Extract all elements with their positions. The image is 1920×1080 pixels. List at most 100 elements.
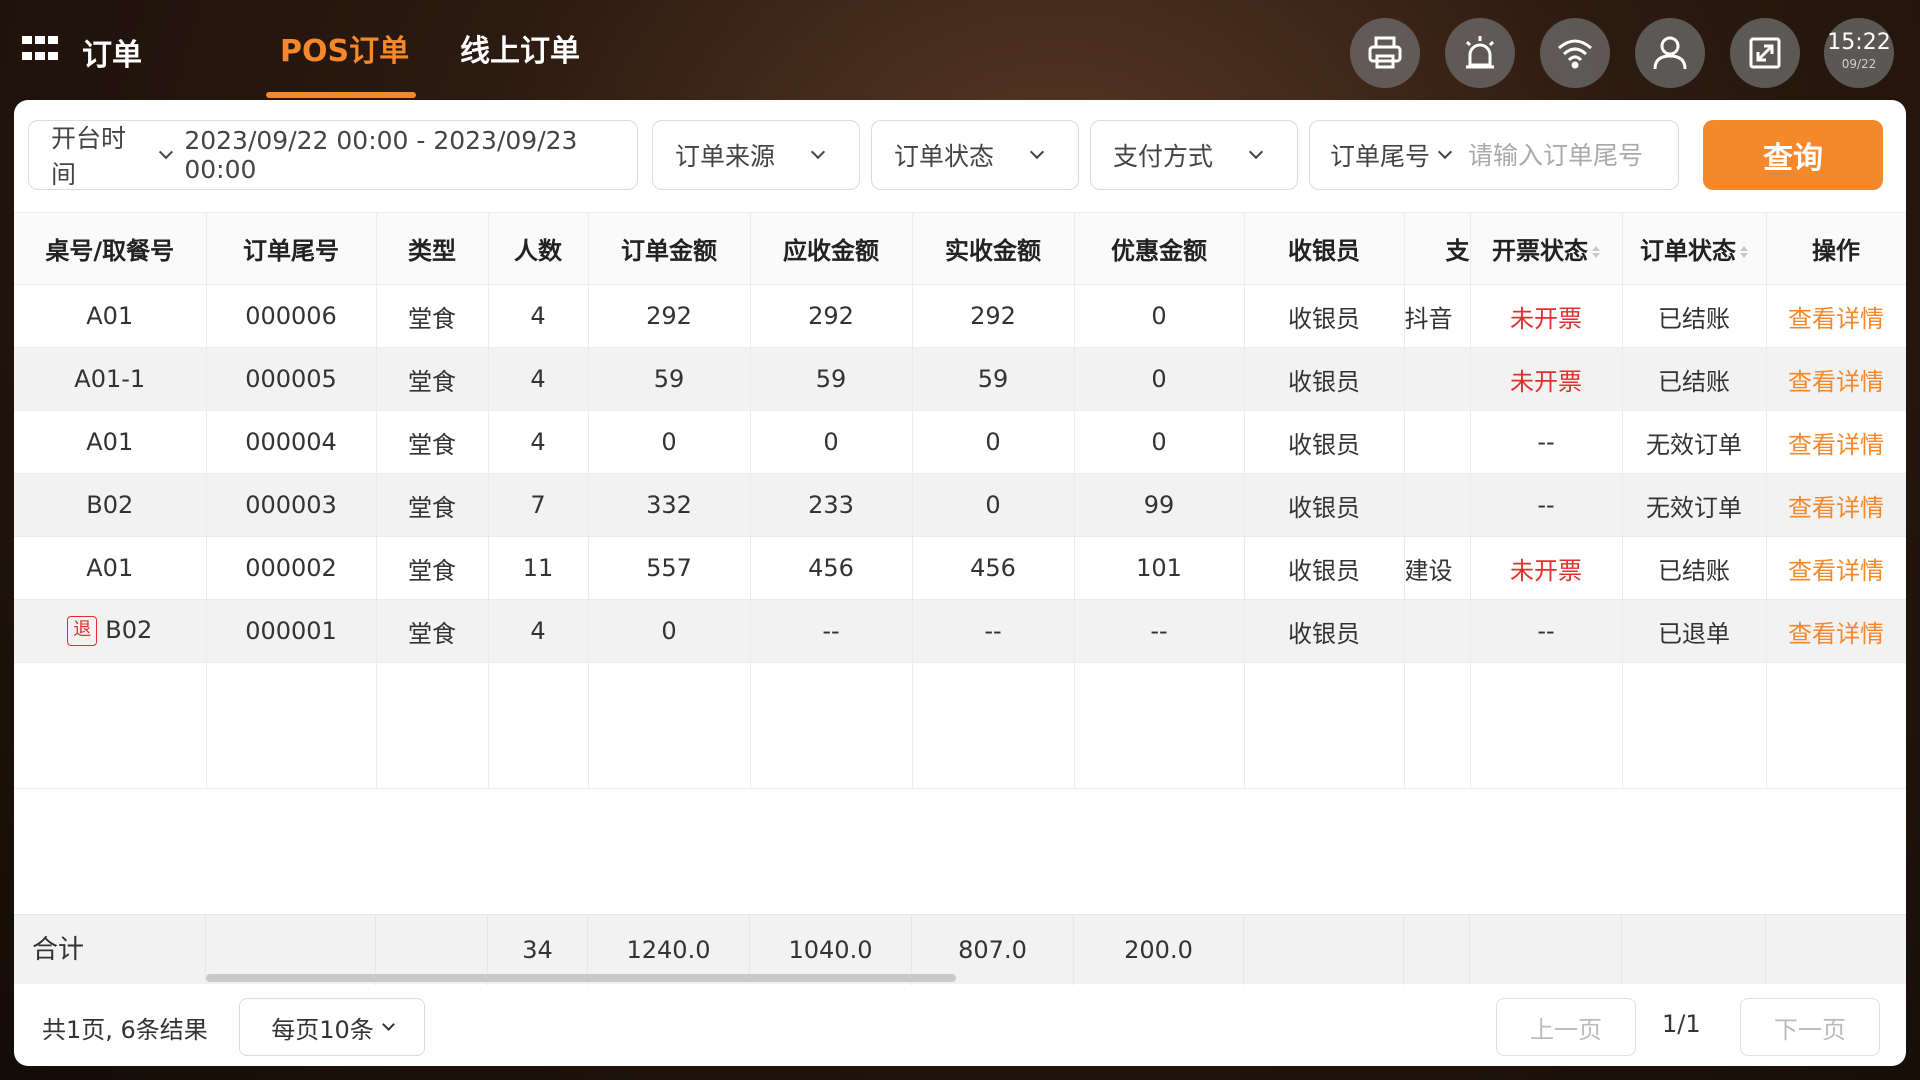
totals-empty	[1470, 915, 1622, 985]
sort-icon[interactable]	[1592, 244, 1600, 260]
cell-cashier: 收银员	[1244, 284, 1405, 348]
cell-type: 堂食	[376, 284, 489, 348]
alarm-icon	[1465, 36, 1495, 69]
cell-invoice-status: --	[1470, 599, 1623, 663]
cell-action: 查看详情	[1766, 410, 1906, 474]
chevron-down-icon	[1437, 144, 1453, 160]
time-filter-label[interactable]: 开台时间	[51, 119, 147, 191]
col-type: 类型	[376, 212, 489, 285]
orders-panel: 开台时间 2023/09/22 00:00 - 2023/09/23 00:00…	[14, 100, 1906, 1066]
cell-suffix: 000004	[206, 410, 377, 474]
col-invoice-status[interactable]: 开票状态	[1470, 212, 1623, 285]
payment-method-select[interactable]: 支付方式	[1090, 120, 1298, 190]
cell-invoice-status: --	[1470, 410, 1623, 474]
order-status-header: 订单状态	[1640, 237, 1736, 265]
cell-suffix: 000006	[206, 284, 377, 348]
user-button[interactable]	[1635, 18, 1705, 88]
pagination-bar: 共1页, 6条结果 每页10条 上一页 1/1 下一页	[14, 984, 1906, 1066]
cell-cashier: 收银员	[1244, 599, 1405, 663]
order-status-label: 订单状态	[894, 142, 995, 171]
cell-suffix: 000001	[206, 599, 377, 663]
cell-discount: 0	[1074, 347, 1245, 411]
cell-payment	[1404, 410, 1471, 474]
time-range-filter[interactable]: 开台时间 2023/09/22 00:00 - 2023/09/23 00:00	[28, 120, 638, 190]
cell-people: 11	[488, 536, 589, 600]
tab-online-orders[interactable]: 线上订单	[460, 26, 580, 70]
chevron-down-icon	[1248, 144, 1264, 160]
order-status-select[interactable]: 订单状态	[871, 120, 1079, 190]
col-payment: 支	[1404, 212, 1471, 285]
page-size-value: 每页10条	[271, 1015, 374, 1044]
order-source-select[interactable]: 订单来源	[652, 120, 860, 190]
page-indicator: 1/1	[1662, 1010, 1701, 1038]
tab-pos-orders[interactable]: POS订单	[280, 26, 409, 70]
cell-order-status: 无效订单	[1622, 410, 1767, 474]
view-details-link[interactable]: 查看详情	[1788, 431, 1884, 459]
totals-label: 合计	[14, 915, 206, 985]
cell-type: 堂食	[376, 410, 489, 474]
cell-received: 456	[912, 536, 1075, 600]
cell-order-status: 已结账	[1622, 536, 1767, 600]
view-details-link[interactable]: 查看详情	[1788, 557, 1884, 585]
wifi-button[interactable]	[1540, 18, 1610, 88]
cell-table-no: B02	[14, 473, 207, 537]
table-row: A01-1 000005 堂食 4 59 59 59 0 收银员 未开票 已结账…	[14, 347, 1906, 411]
cell-order-amount: 332	[588, 473, 751, 537]
cell-invoice-status: --	[1470, 473, 1623, 537]
col-order-amount: 订单金额	[588, 212, 751, 285]
invoice-status-header: 开票状态	[1492, 237, 1588, 265]
order-suffix-input[interactable]	[1468, 140, 1659, 170]
chevron-down-icon	[158, 145, 173, 159]
chevron-down-icon	[810, 144, 826, 160]
view-details-link[interactable]: 查看详情	[1788, 305, 1884, 333]
cell-table-no: A01	[14, 536, 207, 600]
table-row: B02 000003 堂食 7 332 233 0 99 收银员 -- 无效订单…	[14, 473, 1906, 537]
cell-order-amount: 292	[588, 284, 751, 348]
time-range-value[interactable]: 2023/09/22 00:00 - 2023/09/23 00:00	[184, 126, 637, 184]
cell-action: 查看详情	[1766, 284, 1906, 348]
sort-icon[interactable]	[1740, 244, 1748, 260]
prev-page-button[interactable]: 上一页	[1496, 998, 1636, 1056]
apps-grid-icon[interactable]	[22, 36, 60, 64]
chevron-down-icon	[381, 1018, 395, 1031]
cell-order-amount: 557	[588, 536, 751, 600]
order-suffix-filter: 订单尾号	[1309, 120, 1679, 190]
order-suffix-label[interactable]: 订单尾号	[1330, 137, 1430, 173]
col-order-status[interactable]: 订单状态	[1622, 212, 1767, 285]
next-page-button[interactable]: 下一页	[1740, 998, 1880, 1056]
wifi-icon	[1558, 39, 1592, 69]
top-bar: 订单 POS订单 线上订单 15:22 09/22	[0, 0, 1920, 100]
page-size-select[interactable]: 每页10条	[239, 998, 425, 1056]
table-row: 退 B02 000001 堂食 4 0 -- -- -- 收银员 -- 已退单 查…	[14, 599, 1906, 663]
view-details-link[interactable]: 查看详情	[1788, 620, 1884, 648]
col-received: 实收金额	[912, 212, 1075, 285]
cell-receivable: 292	[750, 284, 913, 348]
cell-table-no: A01	[14, 410, 207, 474]
result-summary: 共1页, 6条结果	[42, 1016, 208, 1044]
cell-people: 4	[488, 347, 589, 411]
printer-button[interactable]	[1350, 18, 1420, 88]
totals-empty	[1244, 915, 1404, 985]
cell-received: 59	[912, 347, 1075, 411]
horizontal-scrollbar[interactable]	[206, 974, 956, 982]
cell-discount: 101	[1074, 536, 1245, 600]
col-cashier: 收银员	[1244, 212, 1405, 285]
clock-time: 15:22	[1827, 30, 1891, 55]
cell-order-status: 无效订单	[1622, 473, 1767, 537]
cell-receivable: 233	[750, 473, 913, 537]
view-details-link[interactable]: 查看详情	[1788, 494, 1884, 522]
cell-payment: 建设	[1404, 536, 1471, 600]
clock-date: 09/22	[1841, 57, 1877, 71]
fullscreen-button[interactable]	[1730, 18, 1800, 88]
cell-received: 0	[912, 473, 1075, 537]
cell-suffix: 000005	[206, 347, 377, 411]
filter-bar: 开台时间 2023/09/22 00:00 - 2023/09/23 00:00…	[14, 100, 1906, 212]
alarm-button[interactable]	[1445, 18, 1515, 88]
query-button[interactable]: 查询	[1703, 120, 1883, 190]
fullscreen-icon	[1749, 37, 1781, 69]
orders-table: 桌号/取餐号 订单尾号 类型 人数 订单金额 应收金额 实收金额 优惠金额 收银…	[14, 212, 1906, 789]
active-tab-indicator	[266, 92, 416, 98]
view-details-link[interactable]: 查看详情	[1788, 368, 1884, 396]
cell-cashier: 收银员	[1244, 473, 1405, 537]
cell-type: 堂食	[376, 473, 489, 537]
